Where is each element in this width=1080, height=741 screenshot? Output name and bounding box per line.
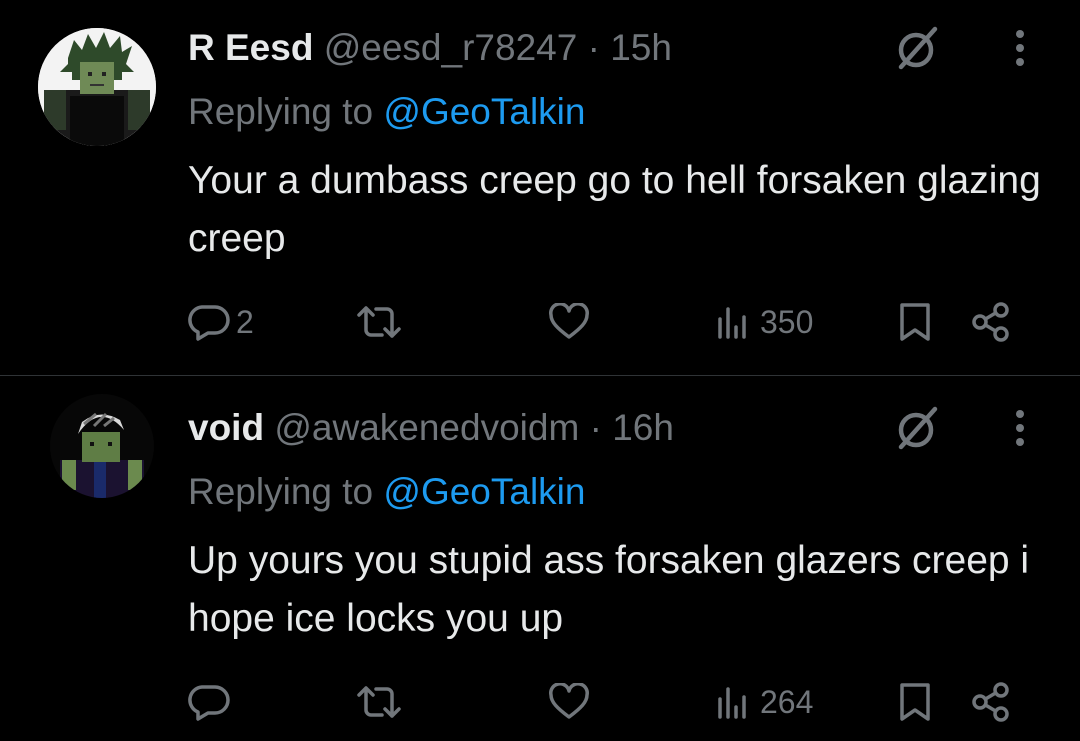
more-options-button[interactable] — [1000, 22, 1040, 74]
view-count: 264 — [760, 683, 814, 720]
author-handle[interactable]: @awakenedvoidm — [274, 407, 579, 448]
grok-button[interactable] — [890, 402, 946, 454]
replying-to-label: Replying to — [188, 471, 374, 512]
share-icon — [972, 302, 1009, 342]
share-button[interactable] — [970, 676, 1012, 728]
replying-to-link[interactable]: @GeoTalkin — [383, 91, 585, 132]
views-button[interactable]: 350 — [716, 296, 813, 348]
more-vertical-icon — [1016, 410, 1024, 446]
avatar[interactable] — [50, 394, 154, 498]
more-vertical-icon — [1016, 30, 1024, 66]
action-bar: 264 — [188, 676, 1048, 728]
grok-icon — [898, 406, 938, 450]
views-button[interactable]: 264 — [716, 676, 813, 728]
roblox-avatar-green-hair-icon — [38, 28, 156, 146]
views-chart-icon — [718, 307, 746, 339]
heart-icon — [549, 683, 589, 719]
more-options-button[interactable] — [1000, 402, 1040, 454]
like-button[interactable] — [548, 676, 596, 728]
tweet-reply[interactable]: R Eesd @eesd_r78247 · 15h Replying to @G… — [0, 0, 1080, 376]
repost-button[interactable] — [356, 676, 408, 728]
reply-icon — [188, 305, 230, 341]
action-bar: 2 350 — [188, 296, 1048, 348]
view-count: 350 — [760, 303, 814, 340]
tweet-header: void @awakenedvoidm · 16h — [188, 402, 674, 454]
tweet-reply[interactable]: void @awakenedvoidm · 16h Replying to @G… — [0, 376, 1080, 741]
like-button[interactable] — [548, 296, 596, 348]
replying-to-line: Replying to @GeoTalkin — [188, 86, 585, 138]
repost-icon — [357, 686, 401, 718]
repost-icon — [357, 306, 401, 338]
reply-count: 2 — [236, 303, 254, 340]
share-button[interactable] — [970, 296, 1012, 348]
replying-to-link[interactable]: @GeoTalkin — [383, 471, 585, 512]
tweet-text: Your a dumbass creep go to hell forsaken… — [188, 159, 1041, 260]
repost-button[interactable] — [356, 296, 408, 348]
reply-button[interactable]: 2 — [188, 296, 254, 348]
bookmark-button[interactable] — [898, 676, 932, 728]
separator-dot: · — [587, 27, 600, 68]
replying-to-label: Replying to — [188, 91, 374, 132]
reply-button[interactable] — [188, 676, 236, 728]
tweet-header: R Eesd @eesd_r78247 · 15h — [188, 22, 672, 74]
avatar[interactable] — [38, 28, 156, 146]
bookmark-icon — [900, 683, 930, 721]
bookmark-icon — [900, 303, 930, 341]
heart-icon — [549, 303, 589, 339]
tweet-text: Up yours you stupid ass forsaken glazers… — [188, 539, 1030, 640]
author-name[interactable]: R Eesd — [188, 27, 313, 68]
bookmark-button[interactable] — [898, 296, 932, 348]
roblox-avatar-helmet-icon — [50, 394, 154, 498]
separator-dot: · — [589, 407, 602, 448]
replying-to-line: Replying to @GeoTalkin — [188, 466, 585, 518]
reply-icon — [188, 685, 230, 721]
grok-icon — [898, 26, 938, 70]
author-name[interactable]: void — [188, 407, 264, 448]
grok-button[interactable] — [890, 22, 946, 74]
timestamp[interactable]: 16h — [612, 407, 674, 448]
views-chart-icon — [718, 687, 746, 719]
timestamp[interactable]: 15h — [610, 27, 672, 68]
author-handle[interactable]: @eesd_r78247 — [324, 27, 578, 68]
share-icon — [972, 682, 1009, 722]
